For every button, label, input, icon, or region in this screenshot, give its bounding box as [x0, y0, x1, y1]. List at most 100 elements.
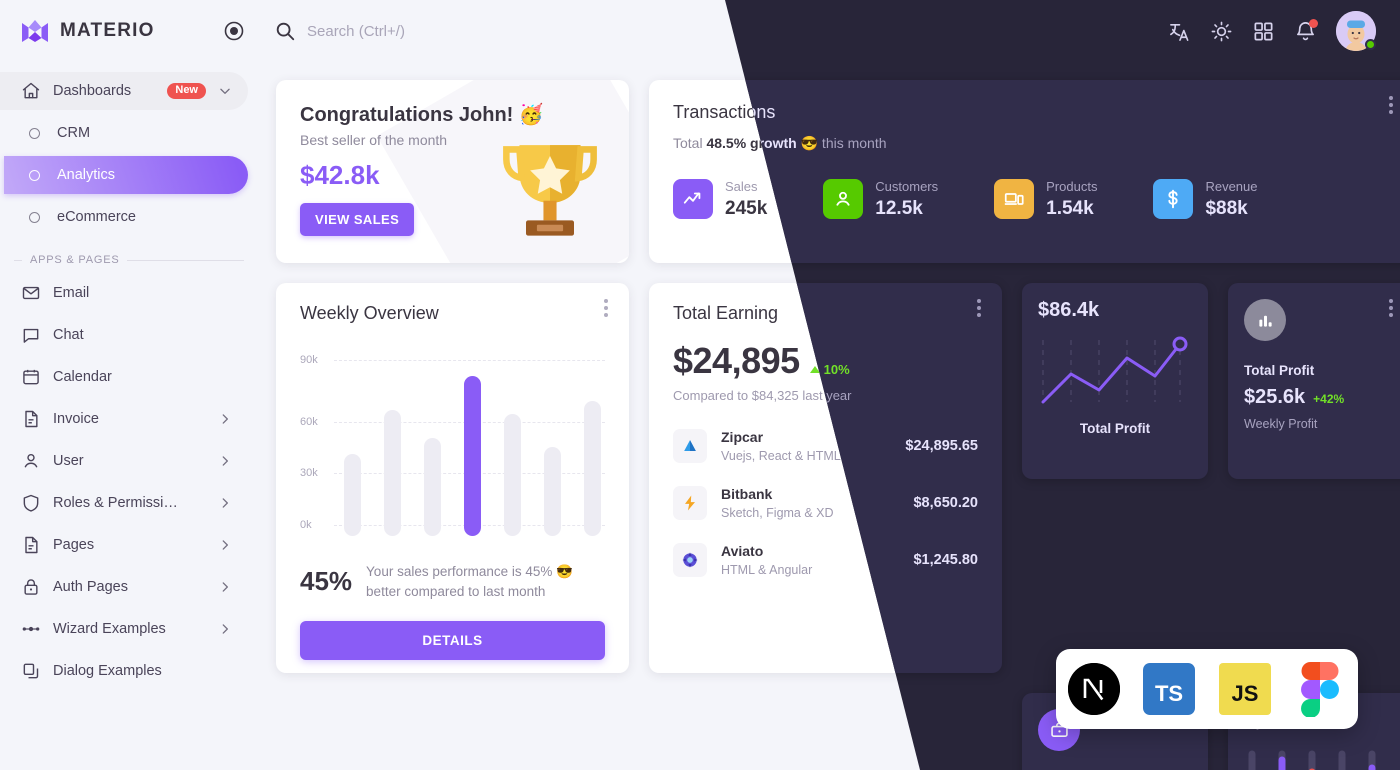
chevron-right-icon	[218, 622, 232, 636]
sidebar-item-label: Dialog Examples	[53, 663, 162, 679]
chat-icon	[20, 325, 41, 346]
kebab-menu-icon[interactable]	[597, 299, 615, 320]
sidebar-item-chat[interactable]: Chat	[0, 316, 248, 354]
header-actions-dark	[1168, 11, 1376, 51]
calendar-icon	[20, 367, 41, 388]
bar	[584, 401, 601, 536]
pin-toggle-icon[interactable]	[224, 21, 244, 41]
app-root: MATERIO Dashboards New CRM Analytics eCo…	[0, 0, 1400, 770]
sidebar-item-pages[interactable]: Pages	[0, 526, 248, 564]
brand-name: MATERIO	[60, 20, 155, 41]
weekly-profit-value: $25.6k	[1244, 386, 1306, 408]
sidebar-item-label: Wizard Examples	[53, 621, 166, 637]
copy-icon	[20, 661, 41, 682]
item-value: $8,650.20	[913, 495, 978, 511]
sidebar-item-calendar[interactable]: Calendar	[0, 358, 248, 396]
circle-icon	[24, 207, 45, 228]
stat-value: 12.5k	[875, 198, 923, 219]
figma-logo-icon[interactable]	[1294, 661, 1346, 717]
item-name: Zipcar	[721, 429, 764, 445]
envelope-icon	[20, 283, 41, 304]
transactions-subtitle: Total 48.5% growth 😎 this month	[725, 135, 887, 151]
congratulations-card: Congratulations John! 🥳 Best seller of t…	[276, 80, 629, 263]
sidebar-item-invoice[interactable]: Invoice	[0, 400, 248, 438]
chevron-right-icon	[218, 580, 232, 594]
brand[interactable]: MATERIO	[0, 0, 260, 62]
search-icon	[274, 20, 296, 42]
typescript-logo-icon[interactable]: TS	[1143, 663, 1196, 715]
user-icon	[823, 179, 864, 219]
transactions-title: Transactions	[725, 102, 1390, 123]
javascript-logo-icon[interactable]: JS	[1218, 663, 1271, 715]
bar	[384, 410, 401, 536]
stat-value: $88k	[1205, 198, 1248, 219]
sidebar-item-ecommerce[interactable]: eCommerce	[4, 198, 248, 236]
chevron-right-icon	[218, 412, 232, 426]
sidebar-item-label: Analytics	[57, 167, 116, 183]
performance-note: Your sales performance is 45% 😎 better co…	[366, 564, 573, 599]
kebab-menu-icon[interactable]	[1382, 299, 1400, 320]
kebab-menu-icon[interactable]	[1382, 96, 1400, 117]
sidebar-item-label: Email	[53, 285, 90, 301]
zipcar-icon	[673, 429, 707, 463]
home-icon	[20, 81, 41, 102]
stat-value: 1.54k	[1046, 198, 1094, 219]
bar-chart-icon	[1244, 299, 1286, 341]
sidebar-section-apps-pages: APPS & PAGES	[14, 254, 244, 266]
item-tags: Vuejs, React & HTML	[721, 449, 841, 463]
weekly-overview-title: Weekly Overview	[300, 303, 439, 323]
circle-icon	[24, 123, 45, 144]
materio-logo-icon	[20, 18, 50, 44]
total-profit-line-card-dark: $86.4k Total Profit	[1022, 283, 1208, 479]
item-value: $1,245.80	[913, 552, 978, 568]
weekly-profit-card-dark: Total Profit $25.6k +42% Weekly Profit	[1228, 283, 1400, 479]
view-sales-button[interactable]: VIEW SALES	[300, 203, 415, 236]
weekly-bar-chart: 90k 60k 30k 0k	[300, 350, 605, 550]
weekly-profit-delta: +42%	[1313, 392, 1345, 406]
nextjs-logo-icon[interactable]	[1067, 663, 1120, 715]
theme-toggle-icon[interactable]	[1210, 20, 1233, 43]
item-value: $24,895.65	[905, 438, 978, 454]
item-amount-block: $1,245.80	[880, 551, 978, 569]
y-tick-60k: 60k	[300, 416, 318, 428]
section-label: APPS & PAGES	[30, 254, 120, 266]
divider	[127, 259, 244, 261]
sidebar-item-dialog-examples[interactable]: Dialog Examples	[0, 652, 248, 690]
sidebar-item-roles-permissions[interactable]: Roles & Permissi…	[0, 484, 248, 522]
item-tags: Sketch, Figma & XD	[721, 506, 834, 520]
sidebar-item-label: CRM	[57, 125, 91, 141]
sidebar-item-email[interactable]: Email	[0, 274, 248, 312]
sidebar-item-analytics[interactable]: Analytics	[4, 156, 248, 194]
stat-products: Products 1.54k	[994, 178, 1097, 220]
bar	[544, 447, 561, 536]
notifications-bell-icon[interactable]	[1294, 18, 1318, 43]
weekly-profit-sub: Weekly Profit	[1244, 417, 1318, 431]
sidebar-nav: Dashboards New CRM Analytics eCommerce A…	[0, 62, 260, 690]
sidebar-item-auth-pages[interactable]: Auth Pages	[0, 568, 248, 606]
sidebar-item-crm[interactable]: CRM	[4, 114, 248, 152]
document-icon	[20, 409, 41, 430]
shortcuts-grid-icon[interactable]	[1252, 20, 1275, 43]
sidebar-item-wizard-examples[interactable]: Wizard Examples	[0, 610, 248, 648]
y-tick-30k: 30k	[300, 467, 318, 479]
stat-label: Customers	[875, 179, 939, 194]
sidebar-item-user[interactable]: User	[0, 442, 248, 480]
trophy-icon	[495, 132, 605, 257]
kebab-menu-icon[interactable]	[970, 299, 988, 320]
circle-icon	[24, 165, 45, 186]
bar	[344, 454, 361, 536]
avatar[interactable]	[1336, 11, 1376, 51]
translate-icon[interactable]	[1168, 20, 1191, 43]
details-button[interactable]: DETAILS	[300, 621, 605, 661]
sidebar-item-label: User	[53, 453, 84, 469]
sidebar: MATERIO Dashboards New CRM Analytics eCo…	[0, 0, 260, 770]
search-input[interactable]	[307, 22, 627, 40]
item-amount-block: $8,650.20	[880, 494, 978, 512]
bar	[424, 438, 441, 536]
sidebar-item-dashboards[interactable]: Dashboards New	[0, 72, 248, 110]
divider	[14, 259, 22, 261]
weekly-profit-value-row: $25.6k +42%	[1244, 386, 1398, 409]
sidebar-item-label: Pages	[53, 537, 95, 553]
status-badge	[1365, 39, 1376, 50]
tech-stack-dock: TS JS	[1056, 649, 1358, 729]
